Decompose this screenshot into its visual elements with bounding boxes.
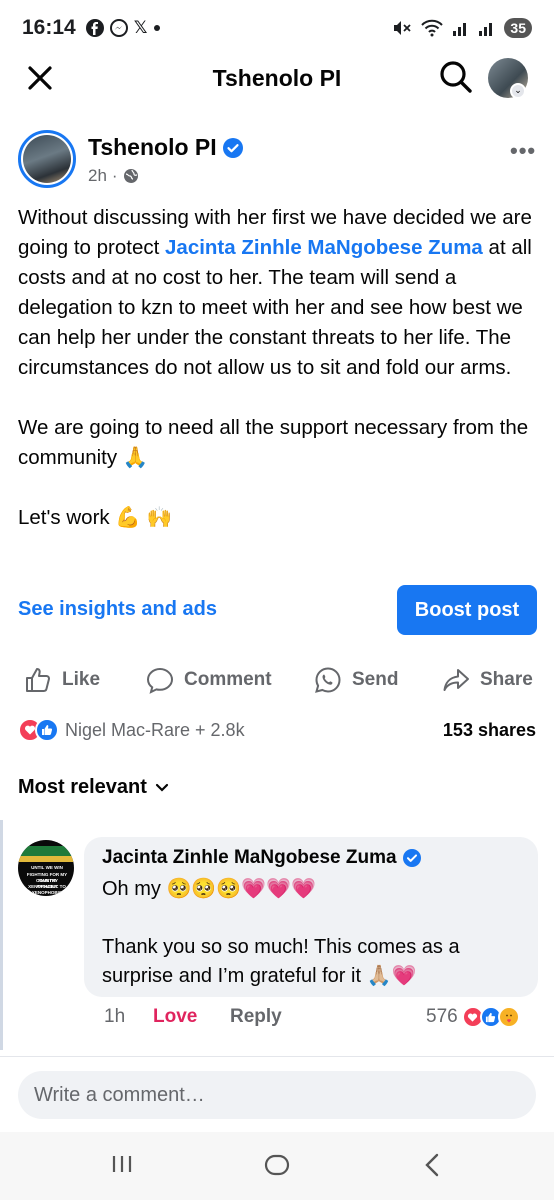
battery-icon: 35 xyxy=(504,18,532,38)
post-meta: 2h · xyxy=(88,166,139,186)
comment-highlight-bar xyxy=(0,820,3,1050)
comment-button[interactable]: Comment xyxy=(146,666,272,694)
notification-icons: 𝕏 xyxy=(85,18,162,38)
post-author-avatar[interactable] xyxy=(18,130,76,188)
mention-link[interactable]: Jacinta Zinhle MaNgobese Zuma xyxy=(165,236,483,259)
messenger-icon xyxy=(109,19,128,37)
comment-reaction-count: 576 xyxy=(426,1006,458,1027)
comment-author-name[interactable]: Jacinta Zinhle MaNgobese Zuma xyxy=(102,847,397,869)
post-body: Without discussing with her first we hav… xyxy=(18,203,538,563)
chevron-down-icon[interactable]: ⌄ xyxy=(510,83,526,99)
post-paragraph-3: Let's work 💪 🙌 xyxy=(18,506,173,529)
mute-icon xyxy=(394,21,412,35)
reactions-summary[interactable]: Nigel Mac-Rare + 2.8k xyxy=(18,718,245,742)
comment-composer xyxy=(0,1056,554,1132)
avatar-text: UNTIL WE WIN xyxy=(31,865,63,870)
signal-icon xyxy=(453,23,467,36)
comment-icon xyxy=(146,667,174,694)
comment-reply-button[interactable]: Reply xyxy=(230,1006,282,1028)
share-label: Share xyxy=(480,669,533,690)
meta-separator: · xyxy=(111,166,118,185)
signal-icon-2 xyxy=(479,23,493,36)
verified-badge-icon xyxy=(222,137,243,158)
facebook-icon xyxy=(85,19,104,37)
see-insights-link[interactable]: See insights and ads xyxy=(18,598,217,621)
search-icon[interactable] xyxy=(438,59,474,95)
globe-icon xyxy=(123,169,138,183)
shares-count[interactable]: 153 shares xyxy=(443,720,536,741)
system-nav-bar xyxy=(0,1132,554,1200)
care-reaction-icon xyxy=(497,1006,520,1028)
whatsapp-icon xyxy=(315,667,341,693)
chevron-down-icon xyxy=(155,783,169,792)
comment-author[interactable]: Jacinta Zinhle MaNgobese Zuma xyxy=(102,847,520,869)
system-icons: 35 xyxy=(392,18,532,38)
post-paragraph-1: Without discussing with her first we hav… xyxy=(18,203,538,383)
x-icon: 𝕏 xyxy=(133,18,148,37)
recent-apps-icon[interactable] xyxy=(110,1152,134,1176)
comment-love-button[interactable]: Love xyxy=(153,1006,197,1028)
comment-reactions[interactable]: 576 xyxy=(426,1006,520,1028)
status-time: 16:14 xyxy=(22,16,76,39)
commenter-avatar[interactable]: UNTIL WE WIN FIGHTING FOR MY COUNTRY MAN… xyxy=(18,840,74,896)
post-time[interactable]: 2h xyxy=(88,166,107,186)
comment-paragraph-2: Thank you so so much! This comes as a su… xyxy=(102,936,460,987)
post-paragraph-2: We are going to need all the support nec… xyxy=(18,416,529,469)
comment-sort-dropdown[interactable]: Most relevant xyxy=(18,776,169,799)
like-button[interactable]: Like xyxy=(24,666,100,694)
close-icon[interactable] xyxy=(24,62,56,94)
post-actions: Like Comment Send Share xyxy=(0,656,554,704)
verified-badge-icon xyxy=(402,849,421,867)
more-options-icon[interactable]: ••• xyxy=(510,138,536,164)
reactions-count: Nigel Mac-Rare + 2.8k xyxy=(65,719,245,740)
send-label: Send xyxy=(352,669,399,690)
avatar-text: PROUDLY XENOPHOBIC xyxy=(31,884,63,895)
comment-label: Comment xyxy=(184,669,272,690)
wifi-icon xyxy=(421,19,444,37)
share-icon xyxy=(443,669,469,691)
sort-label: Most relevant xyxy=(18,776,147,798)
dot-icon xyxy=(154,25,161,31)
boost-post-button[interactable]: Boost post xyxy=(397,585,537,635)
home-icon[interactable] xyxy=(264,1152,290,1178)
comment-text: Oh my 🥺🥺🥺💗💗💗 Thank you so so much! This … xyxy=(102,875,520,991)
like-label: Like xyxy=(62,669,101,690)
post-author-name[interactable]: Tshenolo PI xyxy=(88,134,217,161)
send-button[interactable]: Send xyxy=(314,666,398,694)
write-comment-input[interactable] xyxy=(18,1071,536,1119)
comment-paragraph-1: Oh my 🥺🥺🥺💗💗💗 xyxy=(102,878,316,900)
comment-bubble[interactable]: Jacinta Zinhle MaNgobese Zuma Oh my 🥺🥺🥺💗… xyxy=(84,837,538,997)
top-nav: Tshenolo PI ⌄ xyxy=(0,46,554,110)
comment-time: 1h xyxy=(104,1006,126,1027)
like-reaction-icon xyxy=(35,718,59,742)
post-author[interactable]: Tshenolo PI xyxy=(88,134,243,161)
share-button[interactable]: Share xyxy=(442,666,533,694)
back-icon[interactable] xyxy=(422,1152,442,1178)
like-icon xyxy=(26,668,50,692)
